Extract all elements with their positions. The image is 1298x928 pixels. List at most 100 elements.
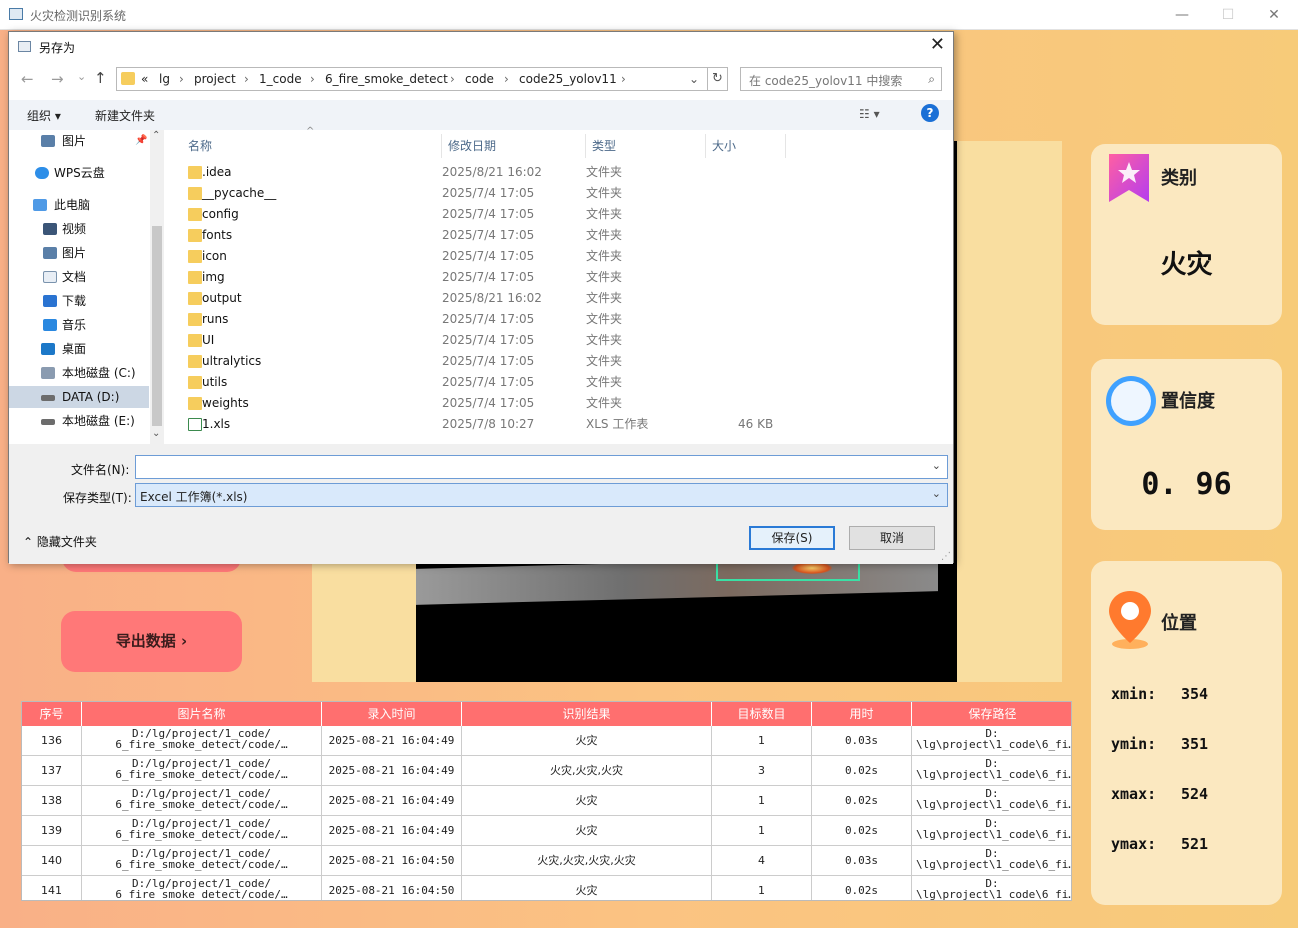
cell-used: 0.03s [812, 846, 912, 876]
nav-item-documents[interactable]: 文档 [9, 266, 149, 288]
help-icon[interactable]: ? [921, 104, 939, 122]
column-date[interactable]: 修改日期 [442, 134, 586, 158]
file-date: 2025/7/4 17:05 [442, 375, 535, 389]
refresh-icon[interactable]: ↻ [708, 67, 728, 91]
nav-scrollbar[interactable]: ⌃ ⌄ [150, 130, 164, 444]
organize-menu[interactable]: 组织 ▾ [27, 107, 61, 124]
new-folder-button[interactable]: 新建文件夹 [95, 107, 155, 124]
recent-locations-chevron-icon[interactable]: ⌄ [77, 70, 86, 83]
nav-item-drive-d[interactable]: DATA (D:) [9, 386, 149, 408]
close-button[interactable]: ✕ [1257, 4, 1291, 26]
file-list-item[interactable]: 1.xls 2025/7/8 10:27 XLS 工作表 46 KB [180, 414, 940, 435]
file-list-item[interactable]: config 2025/7/4 17:05 文件夹 [180, 204, 940, 225]
breadcrumb-6-fire-smoke-detect[interactable]: 6_fire_smoke_detect [325, 72, 448, 86]
breadcrumb-1-code[interactable]: 1_code [259, 72, 302, 86]
cell-line: 6_fire_smoke_detect/code/… [115, 828, 288, 841]
cell-time: 2025-08-21 16:04:50 [322, 846, 462, 876]
file-list-item[interactable]: ultralytics 2025/7/4 17:05 文件夹 [180, 351, 940, 372]
chevron-down-icon[interactable]: ⌄ [932, 487, 941, 500]
scroll-up-icon[interactable]: ⌃ [152, 130, 160, 141]
header-save-path[interactable]: 保存路径 [912, 702, 1071, 726]
file-list-item[interactable]: runs 2025/7/4 17:05 文件夹 [180, 309, 940, 330]
breadcrumb-separator-icon[interactable]: › [621, 72, 626, 86]
nav-item-desktop[interactable]: 桌面 [9, 338, 149, 360]
table-row[interactable]: 139 D:/lg/project/1_code/6_fire_smoke_det… [22, 816, 1071, 846]
address-dropdown-chevron-icon[interactable]: ⌄ [689, 72, 699, 86]
resize-grip-icon[interactable]: ⋰ [941, 551, 951, 562]
ymin-value: 351 [1181, 735, 1209, 753]
minimize-button[interactable]: — [1165, 4, 1199, 26]
table-row[interactable]: 141 D:/lg/project/1_code/6_fire_smoke_det… [22, 876, 1071, 900]
table-row[interactable]: 137 D:/lg/project/1_code/6_fire_smoke_det… [22, 756, 1071, 786]
file-list[interactable]: ^ 名称 修改日期 类型 大小 .idea 2025/8/21 16:02 文件夹 _… [166, 126, 953, 444]
nav-item-music[interactable]: 音乐 [9, 314, 149, 336]
search-input[interactable]: 在 code25_yolov11 中搜索 ⌕ [740, 67, 942, 91]
nav-item-downloads[interactable]: 下载 [9, 290, 149, 312]
scroll-down-icon[interactable]: ⌄ [152, 428, 160, 439]
breadcrumb-separator-icon[interactable]: › [244, 72, 249, 86]
nav-item-pictures-quick[interactable]: 图片 📌 [9, 130, 149, 152]
column-name[interactable]: 名称 [182, 134, 442, 158]
header-time-used[interactable]: 用时 [812, 702, 912, 726]
header-entry-time[interactable]: 录入时间 [322, 702, 462, 726]
file-list-item[interactable]: __pycache__ 2025/7/4 17:05 文件夹 [180, 183, 940, 204]
column-type[interactable]: 类型 [586, 134, 706, 158]
app-titlebar: 火灾检测识别系统 — ☐ ✕ [0, 0, 1298, 30]
breadcrumb-code[interactable]: code [465, 72, 494, 86]
table-row[interactable]: 138 D:/lg/project/1_code/6_fire_smoke_det… [22, 786, 1071, 816]
header-index[interactable]: 序号 [22, 702, 82, 726]
file-date: 2025/7/4 17:05 [442, 228, 535, 242]
header-result[interactable]: 识别结果 [462, 702, 712, 726]
back-arrow-icon[interactable]: ← [21, 70, 34, 88]
ymax-value: 521 [1181, 835, 1209, 853]
table-row[interactable]: 140 D:/lg/project/1_code/6_fire_smoke_det… [22, 846, 1071, 876]
filetype-select[interactable]: Excel 工作簿(*.xls) ⌄ [135, 483, 948, 507]
breadcrumb-separator-icon[interactable]: › [504, 72, 509, 86]
breadcrumb-overflow[interactable]: « [141, 72, 148, 86]
breadcrumb-separator-icon[interactable]: › [179, 72, 184, 86]
file-list-item[interactable]: icon 2025/7/4 17:05 文件夹 [180, 246, 940, 267]
header-image-name[interactable]: 图片名称 [82, 702, 322, 726]
view-options-icon[interactable]: ☷ ▾ [859, 107, 880, 121]
file-type: 文件夹 [586, 186, 623, 200]
header-count[interactable]: 目标数目 [712, 702, 812, 726]
column-size[interactable]: 大小 [706, 134, 786, 158]
nav-item-drive-e[interactable]: 本地磁盘 (E:) [9, 410, 149, 432]
file-list-item[interactable]: .idea 2025/8/21 16:02 文件夹 [180, 162, 940, 183]
pin-icon[interactable]: 📌 [135, 130, 147, 152]
filename-input[interactable]: ⌄ [135, 455, 948, 479]
up-arrow-icon[interactable]: ↑ [94, 69, 107, 87]
hide-folders-toggle[interactable]: ⌃ 隐藏文件夹 [23, 533, 97, 550]
file-list-item[interactable]: weights 2025/7/4 17:05 文件夹 [180, 393, 940, 414]
location-pin-icon [1109, 591, 1151, 649]
nav-item-wps-cloud[interactable]: WPS云盘 [9, 162, 149, 184]
file-list-item[interactable]: UI 2025/7/4 17:05 文件夹 [180, 330, 940, 351]
chevron-down-icon[interactable]: ⌄ [932, 459, 941, 472]
nav-item-drive-c[interactable]: 本地磁盘 (C:) [9, 362, 149, 384]
cancel-button[interactable]: 取消 [849, 526, 935, 550]
export-data-button[interactable]: 导出数据 › [61, 611, 242, 672]
dialog-close-button[interactable]: ✕ [930, 34, 945, 55]
scroll-thumb[interactable] [152, 226, 162, 426]
nav-item-pictures[interactable]: 图片 [9, 242, 149, 264]
nav-item-videos[interactable]: 视频 [9, 218, 149, 240]
forward-arrow-icon[interactable]: → [51, 70, 64, 88]
save-button[interactable]: 保存(S) [749, 526, 835, 550]
maximize-button[interactable]: ☐ [1211, 4, 1245, 26]
file-list-item[interactable]: fonts 2025/7/4 17:05 文件夹 [180, 225, 940, 246]
confidence-value: 0. 96 [1141, 467, 1232, 502]
address-bar[interactable]: « lg › project › 1_code › 6_fire_smoke_d… [116, 67, 708, 91]
cell-line: 6_fire_smoke_detect/code/… [115, 858, 288, 871]
breadcrumb-separator-icon[interactable]: › [450, 72, 455, 86]
table-row[interactable]: 136 D:/lg/project/1_code/6_fire_smoke_det… [22, 726, 1071, 756]
nav-item-this-pc[interactable]: 此电脑 [9, 194, 149, 216]
file-list-item[interactable]: output 2025/8/21 16:02 文件夹 [180, 288, 940, 309]
breadcrumb-code25-yolov11[interactable]: code25_yolov11 [519, 72, 617, 86]
file-list-item[interactable]: utils 2025/7/4 17:05 文件夹 [180, 372, 940, 393]
file-list-item[interactable]: img 2025/7/4 17:05 文件夹 [180, 267, 940, 288]
breadcrumb-project[interactable]: project [194, 72, 236, 86]
breadcrumb-lg[interactable]: lg [159, 72, 170, 86]
results-table[interactable]: 序号 图片名称 录入时间 识别结果 目标数目 用时 保存路径 136 D:/lg/… [21, 701, 1072, 901]
search-icon[interactable]: ⌕ [928, 72, 935, 87]
breadcrumb-separator-icon[interactable]: › [310, 72, 315, 86]
